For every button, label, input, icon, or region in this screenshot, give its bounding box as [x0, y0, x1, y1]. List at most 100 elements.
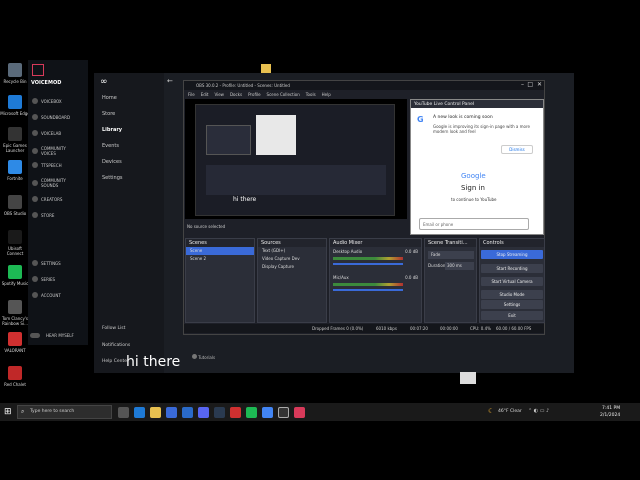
back-arrow-icon[interactable]: ←: [167, 77, 173, 85]
desktop-icon[interactable]: VALORANT: [0, 332, 30, 353]
obs-taskbar-icon[interactable]: [278, 407, 289, 418]
desktop-icon[interactable]: Microsoft Edge: [0, 95, 30, 116]
chrome-icon[interactable]: [262, 407, 273, 418]
obs-menu-item[interactable]: File: [188, 92, 195, 97]
clock-time[interactable]: 7:41 PM: [602, 406, 620, 411]
minimize-icon[interactable]: –: [521, 81, 524, 88]
nav-icon: [32, 196, 38, 202]
obs-menu-item[interactable]: Help: [322, 92, 331, 97]
control-button[interactable]: Exit: [481, 311, 543, 320]
meta-footer-item[interactable]: Follow List: [102, 326, 125, 331]
desktop-icon[interactable]: Ubisoft Connect: [0, 230, 30, 256]
edge-icon[interactable]: [134, 407, 145, 418]
voicemod-settings-item[interactable]: ACCOUNT: [32, 292, 72, 298]
meta-footer-item[interactable]: Help Center: [102, 359, 129, 364]
voicemod-settings-item[interactable]: SERIES: [32, 276, 72, 282]
voicemod-nav-item[interactable]: SOUNDBOARD: [32, 114, 72, 120]
volume-slider[interactable]: [333, 263, 403, 265]
app-icon: [8, 332, 22, 346]
voicemod-nav-item[interactable]: CREATORS: [32, 196, 72, 202]
preview-text: hi there: [233, 196, 257, 203]
voicemod-nav-item[interactable]: STORE: [32, 212, 72, 218]
explorer-icon[interactable]: [150, 407, 161, 418]
scene-item[interactable]: Scene: [186, 247, 254, 255]
discord-icon[interactable]: [198, 407, 209, 418]
meta-footer-item[interactable]: Notifications: [102, 343, 130, 348]
voicemod-nav-item[interactable]: COMMUNITY VOICES: [32, 146, 72, 156]
control-button[interactable]: Stop Streaming: [481, 250, 543, 259]
source-item[interactable]: Video Capture Dev: [258, 255, 326, 263]
desktop-icon-label: Microsoft Edge: [0, 111, 30, 116]
control-button[interactable]: Start Virtual Camera: [481, 277, 543, 286]
scene-item[interactable]: Scene 2: [186, 255, 254, 263]
nav-label: VOICELAB: [41, 130, 62, 136]
voicemod-taskbar-icon[interactable]: [294, 407, 305, 418]
desktop-icon[interactable]: Red Chalet: [0, 366, 30, 387]
folder-icon: [261, 64, 271, 73]
meta-nav-item[interactable]: Store: [102, 111, 115, 117]
obs-menu-item[interactable]: View: [214, 92, 224, 97]
tutorials-link[interactable]: Tutorials: [192, 354, 215, 360]
app-icon: [8, 366, 22, 380]
obs-menu-item[interactable]: Profile: [248, 92, 260, 97]
email-field[interactable]: Email or phone: [419, 218, 529, 230]
voicemod-nav-item[interactable]: VOICELAB: [32, 130, 72, 136]
voicemod-settings-item[interactable]: SETTINGS: [32, 260, 72, 266]
dismiss-button[interactable]: Dismiss: [501, 145, 533, 154]
transition-select[interactable]: Fade: [428, 251, 474, 259]
sources-dock: Sources Text (GDI+) Video Capture Dev Disp…: [257, 238, 327, 323]
meta-nav-item[interactable]: Events: [102, 143, 119, 149]
desktop-icon[interactable]: Tom Clancy's Rainbow Si...: [0, 300, 30, 326]
control-button[interactable]: Start Recording: [481, 264, 543, 273]
desktop-icon[interactable]: Spotify Music: [0, 265, 30, 286]
start-button[interactable]: ⊞: [4, 407, 12, 417]
obs-preview: hi there: [185, 99, 407, 219]
channel-name: Desktop Audio: [333, 249, 363, 254]
source-item[interactable]: Text (GDI+): [258, 247, 326, 255]
store-icon[interactable]: [166, 407, 177, 418]
nav-label: COMMUNITY VOICES: [41, 146, 66, 156]
taskview-icon[interactable]: [118, 407, 129, 418]
nav-icon: [32, 114, 38, 120]
control-button[interactable]: Settings: [481, 300, 543, 309]
voicemod-nav-item[interactable]: TTSPEECH: [32, 162, 72, 168]
source-item[interactable]: Display Capture: [258, 263, 326, 271]
obs-title: OBS 30.0.2 - Profile: Untitled - Scenes:…: [196, 83, 290, 88]
spotify-taskbar-icon[interactable]: [246, 407, 257, 418]
nav-label: TTSPEECH: [41, 162, 62, 168]
youtube-panel-title: YouTube Live Control Panel: [411, 100, 543, 108]
meta-nav-item[interactable]: Settings: [102, 175, 123, 181]
meta-nav-item[interactable]: Devices: [102, 159, 122, 165]
desktop-icon[interactable]: OBS Studio: [0, 195, 30, 216]
mail-icon[interactable]: [182, 407, 193, 418]
nav-icon: [32, 162, 38, 168]
app-icon: [8, 63, 22, 77]
volume-slider[interactable]: [333, 289, 403, 291]
obs-menu-item[interactable]: Tools: [306, 92, 316, 97]
weather-text[interactable]: 46°F Clear: [498, 409, 522, 414]
clock-date[interactable]: 2/1/2024: [600, 413, 620, 418]
obs-menu-item[interactable]: Scene Collection: [267, 92, 300, 97]
no-source-label: No source selected: [187, 224, 226, 229]
desktop-icon[interactable]: Fortnite: [0, 160, 30, 181]
obs-menu-item[interactable]: Edit: [201, 92, 209, 97]
desktop-icon[interactable]: Recycle Bin: [0, 63, 30, 84]
desktop-icon[interactable]: Epic Games Launcher: [0, 127, 30, 153]
voicemod-nav-item[interactable]: COMMUNITY SOUNDS: [32, 178, 72, 188]
voicemod-nav-item[interactable]: VOICEBOX: [32, 98, 72, 104]
desktop-icon-label: Red Chalet: [4, 382, 26, 387]
tray-icons[interactable]: ⌃ ◐ ▭ ♪: [528, 408, 549, 414]
hear-myself-toggle[interactable]: [30, 333, 40, 338]
rec-time: 00:00:00: [440, 326, 458, 331]
search-box[interactable]: ⌕ Type here to search: [17, 405, 112, 419]
control-button[interactable]: Studio Mode: [481, 290, 543, 299]
valorant-taskbar-icon[interactable]: [230, 407, 241, 418]
maximize-icon[interactable]: □: [527, 81, 533, 88]
obs-menu-item[interactable]: Docks: [230, 92, 242, 97]
meta-nav-item[interactable]: Library: [102, 127, 122, 133]
duration-input[interactable]: 300 ms: [445, 262, 474, 270]
fps: 60.00 / 60.00 FPS: [496, 326, 532, 331]
close-icon[interactable]: ✕: [537, 81, 542, 88]
meta-nav-item[interactable]: Home: [102, 95, 117, 101]
steam-icon[interactable]: [214, 407, 225, 418]
